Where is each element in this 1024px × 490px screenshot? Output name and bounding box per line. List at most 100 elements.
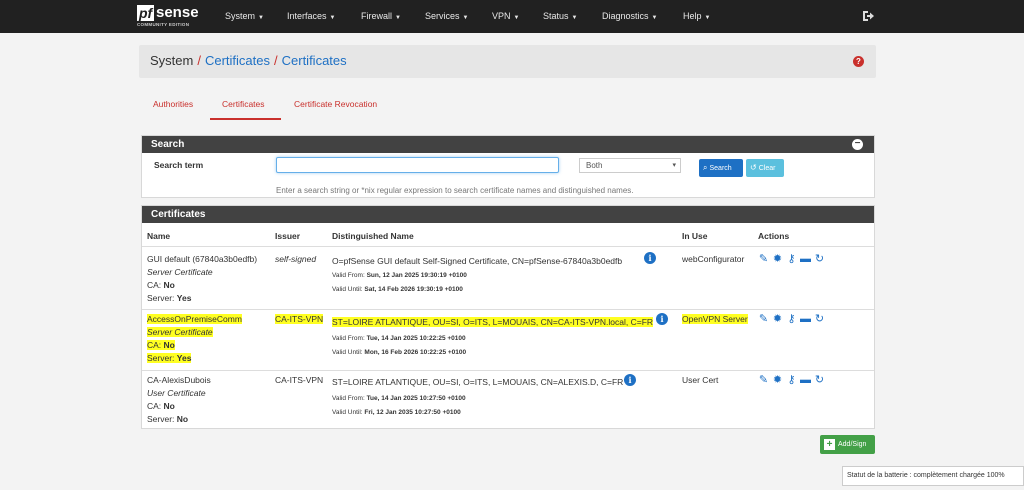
nav-status[interactable]: Status ▼ xyxy=(543,11,577,21)
archive-icon[interactable]: ▬ xyxy=(799,313,812,326)
archive-icon[interactable]: ▬ xyxy=(799,374,812,387)
cert-dn: O=pfSense GUI default Self-Signed Certif… xyxy=(332,256,623,266)
cert-in-use: User Cert xyxy=(682,375,719,385)
caret-down-icon: ▼ xyxy=(329,15,336,21)
nav-firewall[interactable]: Firewall ▼ xyxy=(361,11,401,21)
info-icon[interactable]: i xyxy=(656,313,668,325)
row-actions: ✎ ✹ ⚷ ▬ ↻ xyxy=(757,253,826,266)
info-icon[interactable]: i xyxy=(644,252,656,264)
search-help-text: Enter a search string or *nix regular ex… xyxy=(276,186,634,195)
column-issuer: Issuer xyxy=(275,231,301,241)
help-icon[interactable]: ? xyxy=(853,56,864,67)
export-cert-icon[interactable]: ✹ xyxy=(771,374,784,387)
active-tab-indicator xyxy=(210,118,281,120)
renew-icon[interactable]: ↻ xyxy=(813,253,826,266)
search-panel: Search − Search term Both ▾ ⌕ Search ↺ Cle… xyxy=(141,135,875,198)
info-icon[interactable]: i xyxy=(624,374,636,386)
caret-down-icon: ▼ xyxy=(258,15,264,21)
row-actions: ✎ ✹ ⚷ ▬ ↻ xyxy=(757,313,826,326)
nav-system[interactable]: System ▼ xyxy=(225,11,264,21)
undo-icon: ↺ xyxy=(750,163,757,172)
cert-valid-until: Valid Until: Sat, 14 Feb 2026 19:30:19 +… xyxy=(332,286,463,293)
add-sign-label: Add/Sign xyxy=(838,441,867,448)
tab-authorities[interactable]: Authorities xyxy=(153,99,193,109)
add-sign-button[interactable]: + Add/Sign xyxy=(820,435,875,454)
logo-sense: sense xyxy=(156,4,199,21)
search-icon: ⌕ xyxy=(703,163,708,172)
breadcrumb-separator: / xyxy=(274,53,278,68)
cert-name: AccessOnPremiseComm xyxy=(147,314,242,324)
cert-server: Server: No xyxy=(147,414,189,424)
caret-down-icon: ▼ xyxy=(513,15,520,21)
cert-valid-until: Valid Until: Fri, 12 Jan 2035 10:27:50 +… xyxy=(332,409,461,416)
search-button-label: Search xyxy=(709,165,732,172)
archive-icon[interactable]: ▬ xyxy=(799,253,812,266)
cert-valid-from: Valid From: Tue, 14 Jan 2025 10:22:25 +0… xyxy=(332,335,466,342)
renew-icon[interactable]: ↻ xyxy=(813,374,826,387)
cert-dn: ST=LOIRE ATLANTIQUE, OU=SI, O=ITS, L=MOU… xyxy=(332,377,624,387)
caret-down-icon: ▼ xyxy=(704,15,711,21)
clear-button-label: Clear xyxy=(758,165,776,172)
top-navbar: pf sense COMMUNITY EDITION System ▼ Inter… xyxy=(0,0,1024,33)
search-heading-text: Search xyxy=(151,139,185,150)
cert-dn: ST=LOIRE ATLANTIQUE, OU=SI, O=ITS, L=MOU… xyxy=(332,317,654,327)
column-actions: Actions xyxy=(758,231,790,241)
collapse-minus-icon[interactable]: − xyxy=(852,139,863,150)
nav-interfaces[interactable]: Interfaces ▼ xyxy=(287,11,335,21)
cert-type: User Certificate xyxy=(147,388,206,398)
cert-valid-from: Valid From: Sun, 12 Jan 2025 19:30:19 +0… xyxy=(332,272,467,279)
column-name: Name xyxy=(147,231,171,241)
nav-help[interactable]: Help ▼ xyxy=(683,11,710,21)
cert-valid-from: Valid From: Tue, 14 Jan 2025 10:27:50 +0… xyxy=(332,395,466,402)
edit-pencil-icon[interactable]: ✎ xyxy=(757,313,770,326)
cert-server: Server: Yes xyxy=(147,353,192,363)
caret-down-icon: ▼ xyxy=(462,15,469,21)
cert-name: CA-AlexisDubois xyxy=(147,375,211,385)
column-distinguished-name: Distinguished Name xyxy=(332,231,414,241)
export-cert-icon[interactable]: ✹ xyxy=(771,253,784,266)
cert-ca: CA: No xyxy=(147,340,175,350)
cert-valid-until: Valid Until: Mon, 16 Feb 2026 10:22:25 +… xyxy=(332,349,467,356)
breadcrumb-system: System xyxy=(150,53,194,68)
key-icon[interactable]: ⚷ xyxy=(785,374,798,387)
column-in-use: In Use xyxy=(682,231,708,241)
cert-issuer: CA-ITS-VPN xyxy=(275,314,324,324)
certificates-panel-heading: Certificates xyxy=(142,206,874,223)
nav-diagnostics[interactable]: Diagnostics ▼ xyxy=(602,11,657,21)
search-button[interactable]: ⌕ Search xyxy=(699,159,743,177)
edit-pencil-icon[interactable]: ✎ xyxy=(757,374,770,387)
search-panel-heading: Search − xyxy=(142,136,874,153)
cert-ca: CA: No xyxy=(147,401,175,411)
nav-services[interactable]: Services ▼ xyxy=(425,11,468,21)
tab-certificate-revocation[interactable]: Certificate Revocation xyxy=(294,99,377,109)
search-term-label: Search term xyxy=(154,160,204,170)
logout-icon[interactable] xyxy=(861,9,875,23)
row-actions: ✎ ✹ ⚷ ▬ ↻ xyxy=(757,374,826,387)
renew-icon[interactable]: ↻ xyxy=(813,313,826,326)
row-divider xyxy=(142,246,874,247)
key-icon[interactable]: ⚷ xyxy=(785,253,798,266)
cert-issuer: self-signed xyxy=(275,254,317,264)
cert-in-use: OpenVPN Server xyxy=(682,314,748,324)
key-icon[interactable]: ⚷ xyxy=(785,313,798,326)
nav-vpn[interactable]: VPN ▼ xyxy=(492,11,519,21)
logo-pf: pf xyxy=(137,5,155,21)
breadcrumb: System / Certificates / Certificates ? xyxy=(139,45,876,78)
edit-pencil-icon[interactable]: ✎ xyxy=(757,253,770,266)
battery-status-tooltip: Statut de la batterie : complètement cha… xyxy=(842,466,1024,486)
tab-certificates[interactable]: Certificates xyxy=(222,99,265,109)
caret-down-icon: ▼ xyxy=(651,15,658,21)
select-arrow-icon: ▾ xyxy=(672,162,676,169)
pfsense-logo[interactable]: pf sense COMMUNITY EDITION xyxy=(137,5,207,29)
clear-button[interactable]: ↺ Clear xyxy=(746,159,784,177)
search-scope-select[interactable]: Both ▾ xyxy=(579,158,681,173)
caret-down-icon: ▼ xyxy=(395,15,401,21)
caret-down-icon: ▼ xyxy=(571,15,578,21)
breadcrumb-certificates-current[interactable]: Certificates xyxy=(282,53,347,68)
export-cert-icon[interactable]: ✹ xyxy=(771,313,784,326)
cert-type: Server Certificate xyxy=(147,267,213,277)
breadcrumb-certificates-link[interactable]: Certificates xyxy=(205,53,270,68)
certificates-heading-text: Certificates xyxy=(151,209,206,220)
search-input[interactable] xyxy=(276,157,559,173)
row-divider xyxy=(142,309,874,310)
